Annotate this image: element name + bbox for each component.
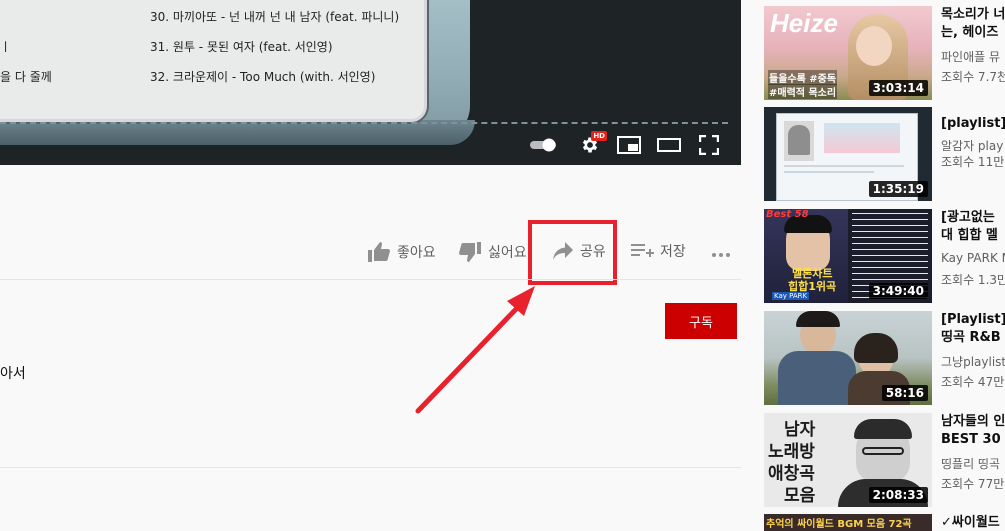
theater-mode-button[interactable] bbox=[656, 133, 682, 157]
view-count: 조회수 7.7천 bbox=[941, 70, 1005, 84]
dislike-label: 싫어요 bbox=[488, 245, 527, 261]
video-text-fragment: 을 다 줄께 bbox=[0, 70, 52, 84]
video-thumbnail[interactable]: 남자 노래방 애창곡 모음 2:08:33 bbox=[764, 413, 932, 507]
save-label: 저장 bbox=[660, 244, 686, 260]
recommendation-title[interactable]: [playlist] 새 bbox=[941, 115, 1005, 133]
hd-badge: HD bbox=[591, 131, 607, 141]
recommendation-item[interactable]: Best 58 멜론차트 힙합1위곡 Kay PARK 3:49:40 [광고없… bbox=[764, 209, 1005, 305]
fullscreen-button[interactable] bbox=[697, 133, 721, 157]
dislike-button[interactable]: 싫어요 bbox=[458, 241, 527, 263]
view-count: 조회수 47만 bbox=[941, 375, 1005, 389]
video-text-fragment: ㅣ bbox=[0, 40, 12, 54]
thumbnail-caption: 추억의 싸이월드 BGM 모음 72곡 bbox=[766, 519, 912, 530]
recommendation-item[interactable]: 남자 노래방 애창곡 모음 2:08:33 남자들의 인 BEST 30 K 띵… bbox=[764, 413, 1005, 509]
settings-button[interactable]: HD bbox=[578, 131, 607, 157]
thumbnail-caption: 들을수록 #중독 bbox=[768, 70, 838, 85]
description-fragment: 아서 bbox=[0, 366, 26, 382]
like-button[interactable]: 좋아요 bbox=[367, 241, 436, 263]
playlist-add-icon bbox=[631, 244, 654, 257]
video-thumbnail[interactable]: 1:35:19 bbox=[764, 107, 932, 201]
title-line: 남자들의 인 bbox=[941, 414, 1005, 429]
recommendations-sidebar: Heize 들을수록 #중독 #매력적 목소리 3:03:14 목소리가 너 는… bbox=[752, 0, 1005, 531]
video-player[interactable]: ㅣ 을 다 줄께 30. 마끼아또 - 넌 내꺼 넌 내 남자 (feat. 파… bbox=[0, 0, 741, 165]
autoplay-toggle-icon bbox=[530, 138, 556, 152]
recommendation-title[interactable]: 남자들의 인 BEST 30 K bbox=[941, 413, 1005, 449]
miniplayer-icon bbox=[617, 136, 641, 154]
title-line: 띵곡 R&B 플 bbox=[941, 330, 1005, 345]
title-line: ✓싸이월드 bbox=[941, 515, 1000, 530]
recommendation-item[interactable]: 추억의 싸이월드 BGM 모음 72곡 ✓싸이월드 bbox=[764, 514, 1005, 531]
title-line: [Playlist] 오 bbox=[941, 312, 1005, 327]
recommendation-title[interactable]: 목소리가 너 는, 헤이즈 bbox=[941, 6, 1005, 42]
title-line: 목소리가 너 bbox=[941, 7, 1005, 22]
view-count: 조회수 1.3만 bbox=[941, 273, 1005, 287]
channel-name[interactable]: 그냥playlist bbox=[941, 353, 1005, 370]
recommendation-title[interactable]: ✓싸이월드 bbox=[941, 514, 1005, 531]
save-button[interactable]: 저장 bbox=[630, 241, 686, 261]
title-line: 는, 헤이즈 bbox=[941, 25, 999, 40]
autoplay-toggle[interactable] bbox=[530, 133, 560, 157]
recommendation-title[interactable]: [Playlist] 오 띵곡 R&B 플 bbox=[941, 311, 1005, 347]
title-line: 대 힙합 멜 bbox=[941, 228, 998, 243]
video-duration: 58:16 bbox=[881, 385, 928, 401]
channel-name[interactable]: 띵플리 띵곡 bbox=[941, 455, 1000, 472]
recommendation-item[interactable]: 1:35:19 [playlist] 새 알감자 play 조회수 11만 bbox=[764, 107, 1005, 203]
view-count: 조회수 11만 bbox=[941, 155, 1005, 169]
thumbnail-caption: #매력적 목소리 bbox=[768, 84, 838, 99]
section-divider bbox=[0, 467, 741, 468]
video-thumbnail[interactable]: Best 58 멜론차트 힙합1위곡 Kay PARK 3:49:40 bbox=[764, 209, 932, 303]
more-actions-button[interactable] bbox=[711, 243, 731, 263]
recommendation-item[interactable]: Heize 들을수록 #중독 #매력적 목소리 3:03:14 목소리가 너 는… bbox=[764, 6, 1005, 102]
fullscreen-icon bbox=[699, 135, 719, 155]
miniplayer-button[interactable] bbox=[616, 133, 642, 157]
video-track-line: 30. 마끼아또 - 넌 내꺼 넌 내 남자 (feat. 파니니) bbox=[150, 10, 400, 24]
subscribe-button[interactable]: 구독 bbox=[665, 303, 737, 339]
recommendation-title[interactable]: [광고없는 대 힙합 멜 bbox=[941, 209, 1005, 245]
video-thumbnail[interactable]: Heize 들을수록 #중독 #매력적 목소리 3:03:14 bbox=[764, 6, 932, 100]
title-line: [playlist] 새 bbox=[941, 116, 1005, 131]
video-duration: 1:35:19 bbox=[868, 181, 928, 197]
video-dashed-divider bbox=[0, 122, 728, 124]
thumbnail-caption: Heize bbox=[770, 8, 838, 38]
recommendation-item[interactable]: 58:16 [Playlist] 오 띵곡 R&B 플 그냥playlist 조… bbox=[764, 311, 1005, 407]
title-line: [광고없는 bbox=[941, 210, 995, 225]
section-divider bbox=[0, 279, 741, 280]
thumbnail-caption: 모음 bbox=[784, 486, 816, 506]
video-duration: 2:08:33 bbox=[868, 487, 928, 503]
channel-name[interactable]: 파인애플 뮤 bbox=[941, 48, 1000, 65]
theater-mode-icon bbox=[657, 138, 681, 152]
video-duration: 3:49:40 bbox=[868, 283, 928, 299]
video-track-line: 32. 크라운제이 - Too Much (with. 서인영) bbox=[150, 70, 376, 84]
title-line: BEST 30 K bbox=[941, 432, 1005, 447]
view-count: 조회수 77만 bbox=[941, 477, 1005, 491]
channel-name[interactable]: 알감자 play bbox=[941, 137, 1003, 154]
more-horizontal-icon bbox=[712, 253, 730, 257]
video-thumbnail[interactable]: 추억의 싸이월드 BGM 모음 72곡 bbox=[764, 514, 932, 531]
video-duration: 3:03:14 bbox=[868, 80, 928, 96]
thumbnail-caption: Best 58 bbox=[766, 209, 809, 220]
video-track-line: 31. 원투 - 못된 여자 (feat. 서인영) bbox=[150, 40, 333, 54]
channel-name[interactable]: Kay PARK M bbox=[941, 251, 1005, 265]
thumbs-down-icon bbox=[459, 242, 481, 262]
like-label: 좋아요 bbox=[397, 245, 436, 261]
share-highlight-box bbox=[528, 220, 617, 285]
thumbs-up-icon bbox=[368, 242, 390, 262]
video-thumbnail[interactable]: 58:16 bbox=[764, 311, 932, 405]
thumbnail-caption: Kay PARK bbox=[772, 292, 810, 300]
